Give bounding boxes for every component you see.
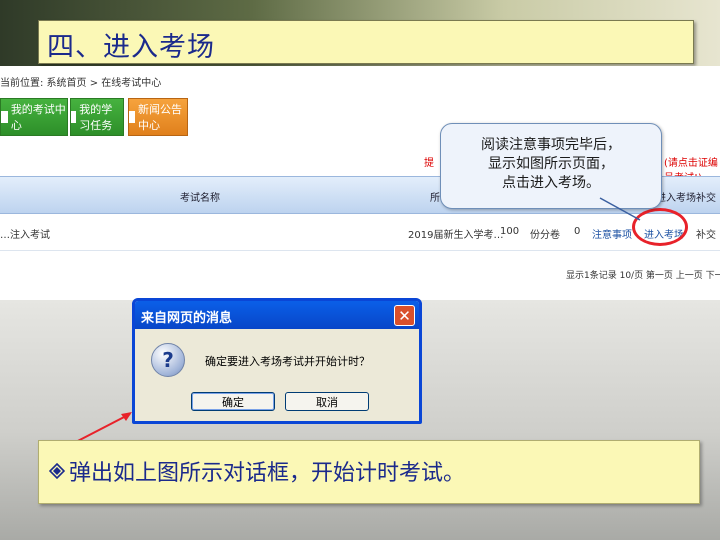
close-icon[interactable]: ✕ [394, 305, 415, 326]
confirm-dialog: 来自网页的消息 ✕ ? 确定要进入考场考试并开始计时？ 确定 取消 [132, 298, 422, 424]
dialog-title-bar: 来自网页的消息 ✕ [135, 301, 419, 329]
dialog-message: 确定要进入考场考试并开始计时？ [205, 355, 370, 368]
dialog-title: 来自网页的消息 [141, 311, 233, 326]
cancel-button[interactable]: 取消 [285, 392, 369, 411]
ok-button[interactable]: 确定 [191, 392, 275, 411]
red-arrow-head [121, 412, 132, 421]
question-icon: ? [151, 343, 185, 377]
diamond-bullet-icon [49, 463, 65, 479]
bottom-caption-box: 弹出如上图所示对话框，开始计时考试。 [38, 440, 700, 504]
bottom-caption: 弹出如上图所示对话框，开始计时考试。 [69, 461, 466, 486]
callout-pointer [599, 197, 641, 221]
